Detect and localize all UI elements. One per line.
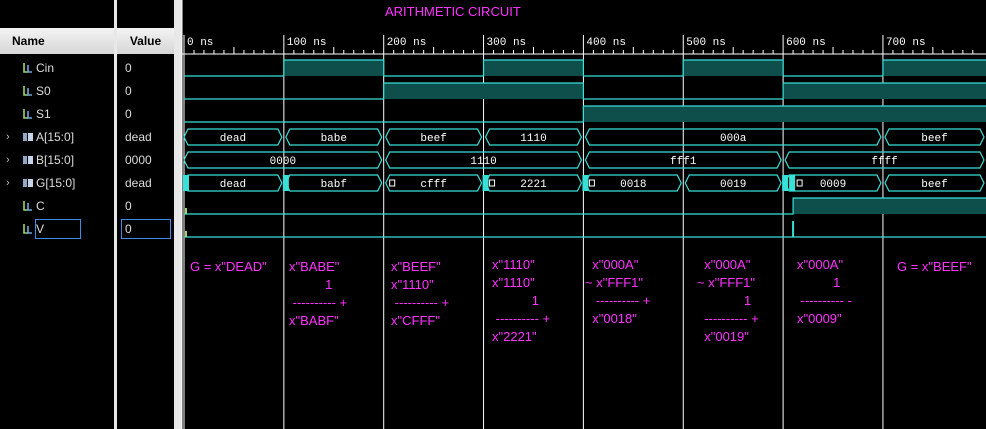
time-label: 400 ns: [586, 37, 626, 49]
bus-value: 0000: [270, 156, 296, 168]
annotation-5: x"000A" ~ x"FFF1" 1 ---------- + x"0019": [697, 257, 759, 344]
wave-high-fill: [283, 60, 384, 76]
annotation-1: x"BABE" 1 ---------- + x"BABF": [289, 259, 348, 328]
bus-value: beef: [921, 133, 947, 145]
bus-value: 000a: [720, 133, 747, 145]
bus-value: babf: [321, 179, 347, 191]
bus-value: fff1: [670, 156, 697, 168]
time-label: 600 ns: [786, 37, 826, 49]
glitch-marker: [183, 175, 189, 191]
marker-box: [588, 179, 595, 187]
wave-high-fill: [793, 198, 986, 214]
annotation-0: G = x"DEAD": [190, 259, 267, 274]
glitch-marker: [482, 175, 489, 191]
bus-value: 1110: [470, 156, 496, 168]
marker-box: [796, 179, 803, 187]
bus-value: 0009: [820, 179, 846, 191]
glitch-marker: [282, 175, 289, 191]
bus-value: ffff: [871, 156, 897, 168]
waveform-canvas[interactable]: 0 ns 100 ns 200 ns 300 ns 400 ns 500 ns 600 ns…: [0, 0, 986, 429]
time-label: 200 ns: [387, 37, 427, 49]
bus-value: dead: [220, 133, 246, 145]
bus-value: cfff: [420, 179, 446, 191]
marker-box: [389, 179, 396, 187]
glitch-marker: [782, 175, 789, 191]
bus-value: babe: [321, 133, 347, 145]
time-label: 0 ns: [187, 37, 213, 49]
time-label: 500 ns: [686, 37, 726, 49]
bus-value: dead: [220, 179, 246, 191]
chart-title: ARITHMETIC CIRCUIT: [385, 4, 521, 19]
wave-high-fill: [483, 60, 584, 76]
time-label: 300 ns: [487, 37, 527, 49]
time-label: 700 ns: [886, 37, 926, 49]
wave-high-fill: [882, 60, 986, 76]
wave-high-fill: [383, 83, 584, 99]
bus-value: 0018: [620, 179, 646, 191]
glitch-marker: [582, 175, 589, 191]
time-label: 100 ns: [287, 37, 327, 49]
annotation-3: x"1110" x"1110" 1 ---------- + x"2221": [492, 257, 551, 344]
bus-value: 2221: [520, 179, 547, 191]
wave-high-fill: [783, 83, 986, 99]
bus-value: beef: [420, 133, 446, 145]
marker-box: [489, 179, 496, 187]
bus-value: beef: [921, 179, 947, 191]
wave-high-fill: [583, 106, 986, 122]
wave-high-fill: [683, 60, 784, 76]
bus-value: 1110: [520, 133, 546, 145]
annotation-4: x"000A" ~ x"FFF1" ---------- + x"0018": [585, 257, 651, 326]
annotation-7: G = x"BEEF": [897, 259, 972, 274]
annotation-2: x"BEEF" x"1110" ---------- + x"CFFF": [391, 259, 450, 328]
glitch-marker: [789, 175, 796, 191]
bus-value: 0019: [720, 179, 746, 191]
annotation-6: x"000A" 1 ---------- - x"0009": [797, 257, 852, 326]
